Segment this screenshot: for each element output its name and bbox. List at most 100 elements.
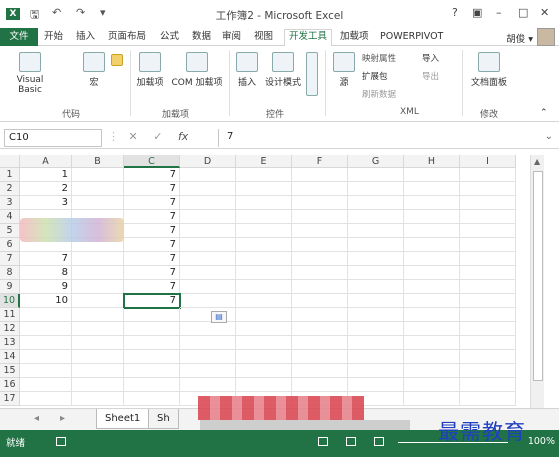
cell-i7[interactable] — [460, 252, 516, 266]
cell-e12[interactable] — [236, 322, 292, 336]
cell-a16[interactable] — [20, 378, 72, 392]
paste-options-icon[interactable]: ▤ — [211, 311, 227, 323]
cell-d9[interactable] — [180, 280, 236, 294]
cell-e13[interactable] — [236, 336, 292, 350]
cell-f14[interactable] — [292, 350, 348, 364]
cell-f13[interactable] — [292, 336, 348, 350]
cell-d14[interactable] — [180, 350, 236, 364]
cell-d16[interactable] — [180, 378, 236, 392]
row-header-6[interactable]: 6 — [0, 238, 20, 252]
cell-c14[interactable] — [124, 350, 180, 364]
cell-c12[interactable] — [124, 322, 180, 336]
tab-addins[interactable]: 加载项 — [340, 30, 369, 44]
cell-e9[interactable] — [236, 280, 292, 294]
cell-a1[interactable]: 1 — [20, 168, 72, 182]
cell-c3[interactable]: 7 — [124, 196, 180, 210]
prev-sheet-icon[interactable]: ◂ — [34, 413, 39, 424]
cell-i13[interactable] — [460, 336, 516, 350]
cell-d15[interactable] — [180, 364, 236, 378]
cell-g1[interactable] — [348, 168, 404, 182]
macro-security-button[interactable] — [111, 54, 123, 69]
cell-c2[interactable]: 7 — [124, 182, 180, 196]
cell-g16[interactable] — [348, 378, 404, 392]
tab-data[interactable]: 数据 — [192, 30, 211, 44]
cell-i10[interactable] — [460, 294, 516, 308]
cell-e16[interactable] — [236, 378, 292, 392]
import-button[interactable]: 导入 — [422, 52, 439, 64]
refresh-data-button[interactable]: 刷新数据 — [362, 88, 396, 100]
cell-h4[interactable] — [404, 210, 460, 224]
cell-d3[interactable] — [180, 196, 236, 210]
macro-button[interactable]: 宏 — [80, 52, 108, 88]
cell-c16[interactable] — [124, 378, 180, 392]
cell-e4[interactable] — [236, 210, 292, 224]
cell-i4[interactable] — [460, 210, 516, 224]
cell-b3[interactable] — [72, 196, 124, 210]
cell-h6[interactable] — [404, 238, 460, 252]
source-button[interactable]: 源 — [332, 52, 356, 88]
cell-c11[interactable] — [124, 308, 180, 322]
column-header-g[interactable]: G — [348, 155, 404, 168]
cell-a15[interactable] — [20, 364, 72, 378]
expand-formula-bar-icon[interactable]: ⌄ — [545, 131, 553, 142]
cell-i8[interactable] — [460, 266, 516, 280]
name-box[interactable]: C10 — [4, 129, 102, 147]
minimize-button[interactable]: – — [496, 6, 502, 19]
cell-e1[interactable] — [236, 168, 292, 182]
cell-c17[interactable] — [124, 392, 180, 406]
cell-f4[interactable] — [292, 210, 348, 224]
select-all-corner[interactable] — [0, 155, 20, 168]
tab-view[interactable]: 视图 — [254, 30, 273, 44]
normal-view-icon[interactable] — [318, 437, 328, 446]
cell-e11[interactable] — [236, 308, 292, 322]
row-header-4[interactable]: 4 — [0, 210, 20, 224]
cell-b1[interactable] — [72, 168, 124, 182]
cell-g3[interactable] — [348, 196, 404, 210]
expansion-packs-button[interactable]: 扩展包 — [362, 70, 388, 82]
cell-b2[interactable] — [72, 182, 124, 196]
cell-g13[interactable] — [348, 336, 404, 350]
cell-d7[interactable] — [180, 252, 236, 266]
cell-a14[interactable] — [20, 350, 72, 364]
cell-d5[interactable] — [180, 224, 236, 238]
cell-f15[interactable] — [292, 364, 348, 378]
cell-h1[interactable] — [404, 168, 460, 182]
cell-c5[interactable]: 7 — [124, 224, 180, 238]
cell-e15[interactable] — [236, 364, 292, 378]
sheet-tab-sheet2[interactable]: Sh — [148, 409, 179, 429]
tab-page-layout[interactable]: 页面布局 — [108, 30, 146, 44]
cell-h12[interactable] — [404, 322, 460, 336]
selected-cell[interactable]: 7 — [123, 293, 181, 309]
cell-i17[interactable] — [460, 392, 516, 406]
cell-a17[interactable] — [20, 392, 72, 406]
row-header-5[interactable]: 5 — [0, 224, 20, 238]
cell-h3[interactable] — [404, 196, 460, 210]
row-header-13[interactable]: 13 — [0, 336, 20, 350]
cell-h14[interactable] — [404, 350, 460, 364]
cell-h11[interactable] — [404, 308, 460, 322]
cell-i11[interactable] — [460, 308, 516, 322]
tab-formulas[interactable]: 公式 — [160, 30, 179, 44]
cell-a9[interactable]: 9 — [20, 280, 72, 294]
cell-i12[interactable] — [460, 322, 516, 336]
cell-c7[interactable]: 7 — [124, 252, 180, 266]
cell-c15[interactable] — [124, 364, 180, 378]
page-break-view-icon[interactable] — [374, 437, 384, 446]
cell-a8[interactable]: 8 — [20, 266, 72, 280]
cell-g2[interactable] — [348, 182, 404, 196]
cell-i9[interactable] — [460, 280, 516, 294]
cell-b14[interactable] — [72, 350, 124, 364]
cell-d11[interactable] — [180, 308, 236, 322]
row-header-10[interactable]: 10 — [0, 294, 20, 308]
cell-d6[interactable] — [180, 238, 236, 252]
cell-a10[interactable]: 10 — [20, 294, 72, 308]
zoom-level[interactable]: 100% — [528, 436, 555, 447]
cell-b7[interactable] — [72, 252, 124, 266]
export-button[interactable]: 导出 — [422, 70, 439, 82]
cell-h8[interactable] — [404, 266, 460, 280]
insert-control-button[interactable]: 插入 — [234, 52, 260, 88]
scroll-up-icon[interactable]: ▲ — [534, 157, 540, 166]
cell-a3[interactable]: 3 — [20, 196, 72, 210]
insert-function-icon[interactable]: fx — [178, 130, 188, 143]
cell-g7[interactable] — [348, 252, 404, 266]
